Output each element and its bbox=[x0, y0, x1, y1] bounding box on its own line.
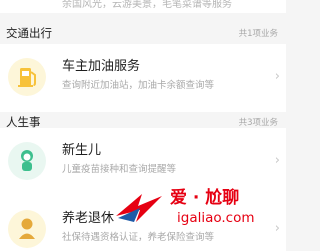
chevron-right-icon: › bbox=[274, 221, 280, 236]
service-row-fuel[interactable]: 车主加油服务 查询附近加油站，加油卡余额查询等 › bbox=[0, 44, 286, 112]
watermark-url: igaliao.com bbox=[177, 210, 255, 226]
service-description: 社保待遇资格认证，养老保险查询等 bbox=[62, 232, 215, 243]
chevron-right-icon: › bbox=[274, 69, 280, 84]
service-description: 儿童疫苗接种和查询提醒等 bbox=[62, 164, 177, 175]
service-name: 新生儿 bbox=[62, 143, 102, 158]
section-header-transport: 交通出行 共1项业务 bbox=[0, 21, 286, 43]
section-count: 共3项业务 bbox=[238, 118, 278, 128]
fuel-pump-icon bbox=[8, 58, 46, 96]
chevron-right-icon: › bbox=[274, 153, 280, 168]
service-description: 查询附近加油站，加油卡余额查询等 bbox=[62, 80, 215, 91]
previous-service-row[interactable]: 余国风光，云游美景，毛笔菜谱等服务 bbox=[0, 0, 286, 13]
section-title: 交通出行 bbox=[6, 26, 52, 40]
service-name: 车主加油服务 bbox=[62, 59, 141, 74]
watermark-logo-icon bbox=[116, 194, 162, 222]
service-name: 养老退休 bbox=[62, 211, 115, 226]
section-count: 共1项业务 bbox=[238, 29, 278, 39]
watermark-brand: 爱 · 尬聊 bbox=[170, 188, 240, 208]
previous-service-description: 余国风光，云游美景，毛笔菜谱等服务 bbox=[62, 0, 232, 10]
baby-icon bbox=[8, 142, 46, 180]
elderly-person-icon bbox=[8, 210, 46, 248]
